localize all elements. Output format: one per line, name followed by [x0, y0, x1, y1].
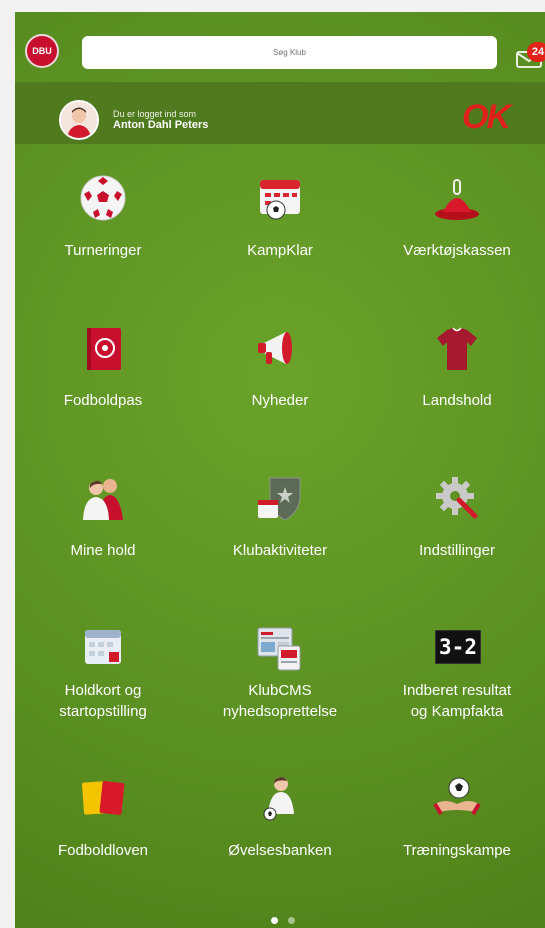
club-shield-calendar-icon — [258, 477, 301, 521]
football-passport-icon — [87, 328, 121, 370]
mail-count-badge: 24 — [527, 42, 545, 62]
national-jersey-icon — [437, 327, 477, 370]
training-cone-icon — [435, 179, 479, 220]
crest-label: DBU — [32, 46, 52, 56]
page-dot-1[interactable] — [271, 917, 278, 924]
login-info: Du er logget ind som Anton Dahl Peters — [113, 109, 208, 131]
search-club-input[interactable] — [82, 36, 497, 69]
megaphone-icon — [258, 332, 292, 364]
tile-nyheder[interactable]: Nyheder — [192, 312, 368, 442]
app-screen: DBU 24 Du er logget ind som Anton Dahl P… — [15, 12, 545, 928]
tile-indberet-resultat[interactable]: 3-2 Indberet resultat og Kampfakta — [369, 612, 545, 742]
settings-gear-icon — [436, 477, 478, 519]
player-exercise-icon — [263, 777, 294, 821]
tile-landshold[interactable]: Landshold — [369, 312, 545, 442]
tile-label: Værktøjskassen — [403, 242, 511, 259]
ok-sponsor-logo: OK — [462, 98, 511, 136]
tile-mine-hold[interactable]: Mine hold — [15, 462, 191, 592]
tile-label: Fodboldloven — [57, 842, 149, 859]
tile-klubcms[interactable]: KlubCMS nyhedsoprettelse — [192, 612, 368, 742]
dbu-crest-logo[interactable]: DBU — [25, 34, 59, 68]
page-indicator[interactable] — [271, 917, 295, 924]
tile-ovelsesbanken[interactable]: Øvelsesbanken — [192, 762, 368, 892]
tile-label: Holdkort og startopstilling — [15, 680, 191, 722]
tile-label-line2: startopstilling — [59, 703, 147, 720]
top-bar: DBU 24 — [15, 12, 545, 82]
user-bar: Du er logget ind som Anton Dahl Peters O… — [15, 82, 545, 144]
team-card-calendar-icon — [85, 630, 121, 664]
tile-holdkort[interactable]: Holdkort og startopstilling — [15, 612, 191, 742]
tile-label-line1: Indberet resultat — [402, 682, 512, 699]
tile-label-line2: og Kampfakta — [410, 703, 504, 720]
referee-cards-icon — [82, 781, 125, 815]
mail-button[interactable]: 24 — [515, 42, 545, 68]
tile-label: KlubCMS nyhedsoprettelse — [192, 680, 368, 722]
page-dot-2[interactable] — [288, 917, 295, 924]
tile-label: Fodboldpas — [63, 392, 143, 409]
score-text: 3-2 — [439, 635, 477, 659]
soccer-ball-icon — [80, 175, 126, 221]
user-avatar[interactable] — [59, 100, 99, 140]
tile-fodboldpas[interactable]: Fodboldpas — [15, 312, 191, 442]
scoreboard-icon: 3-2 — [435, 630, 481, 664]
tile-label: Mine hold — [70, 542, 136, 559]
tile-label: Nyheder — [251, 392, 309, 409]
tile-traeningskampe[interactable]: Træningskampe — [369, 762, 545, 892]
tile-label: Øvelsesbanken — [228, 842, 332, 859]
avatar-icon — [61, 102, 97, 138]
tile-label: Turneringer — [64, 242, 142, 259]
tile-label-line2: nyhedsoprettelse — [222, 703, 338, 720]
user-name: Anton Dahl Peters — [113, 119, 209, 131]
logged-in-label: Du er logget ind som — [113, 109, 197, 119]
tile-indstillinger[interactable]: Indstillinger — [369, 462, 545, 592]
cms-screen-icon — [257, 627, 301, 671]
tile-label: Landshold — [422, 392, 492, 409]
tile-klubaktiviteter[interactable]: Klubaktiviteter — [192, 462, 368, 592]
tile-label: Træningskampe — [403, 842, 511, 859]
tile-turneringer[interactable]: Turneringer — [15, 162, 191, 292]
tile-vaerktojskassen[interactable]: Værktøjskassen — [369, 162, 545, 292]
tile-label: Indstillinger — [419, 542, 495, 559]
tile-label-line1: Holdkort og — [64, 682, 142, 699]
tile-label-line1: KlubCMS — [248, 682, 312, 699]
tile-label: KampKlar — [247, 242, 313, 259]
tile-fodboldloven[interactable]: Fodboldloven — [15, 762, 191, 892]
team-players-icon — [83, 479, 123, 520]
tile-label: Klubaktiviteter — [232, 542, 328, 559]
calendar-ball-icon — [260, 180, 300, 220]
tile-label: Indberet resultat og Kampfakta — [369, 680, 545, 722]
tile-kampklar[interactable]: KampKlar — [192, 162, 368, 292]
handshake-ball-icon — [433, 777, 481, 816]
